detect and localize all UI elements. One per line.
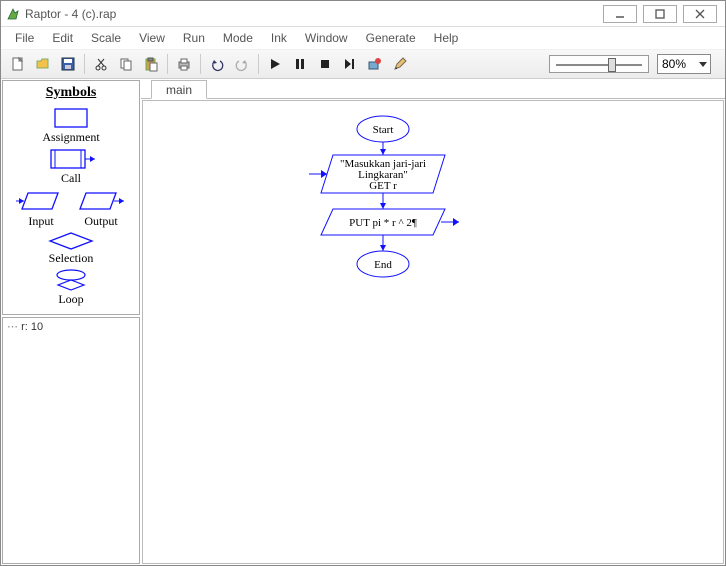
- toolbar-separator: [84, 54, 85, 74]
- tab-main[interactable]: main: [151, 80, 207, 99]
- print-button[interactable]: [173, 53, 195, 75]
- toolbar-separator: [200, 54, 201, 74]
- chevron-down-icon: [699, 62, 707, 67]
- symbol-call[interactable]: Call: [43, 147, 99, 186]
- symbol-label: Assignment: [42, 130, 99, 145]
- raptor-app-icon: [5, 6, 21, 22]
- window-controls: [603, 5, 717, 23]
- stop-button[interactable]: [314, 53, 336, 75]
- new-button[interactable]: [7, 53, 29, 75]
- app-window: Raptor - 4 (c).rap File Edit Scale View …: [0, 0, 726, 566]
- titlebar: Raptor - 4 (c).rap: [1, 1, 725, 27]
- tabstrip: main: [141, 79, 725, 99]
- symbol-input[interactable]: Input: [14, 188, 68, 229]
- symbol-label: Selection: [49, 251, 94, 266]
- zoom-value: 80%: [662, 57, 686, 71]
- paste-button[interactable]: [140, 53, 162, 75]
- flow-input-l3: GET r: [369, 180, 397, 192]
- symbol-label: Loop: [58, 292, 83, 307]
- flow-end-label: End: [374, 259, 392, 271]
- flow-start-label: Start: [373, 124, 394, 136]
- zoom-select[interactable]: 80%: [657, 54, 711, 74]
- toolbar: 80%: [1, 49, 725, 79]
- symbol-label: Output: [84, 214, 117, 229]
- speed-slider[interactable]: [549, 55, 649, 73]
- left-panel: Symbols Assignment Call Input: [1, 79, 141, 565]
- breakpoint-button[interactable]: [364, 53, 386, 75]
- cut-button[interactable]: [90, 53, 112, 75]
- symbol-loop[interactable]: Loop: [46, 268, 96, 307]
- variable-entry: r: 10: [7, 320, 135, 333]
- menu-ink[interactable]: Ink: [263, 29, 295, 47]
- menu-edit[interactable]: Edit: [44, 29, 81, 47]
- toolbar-separator: [167, 54, 168, 74]
- speed-zoom-zone: 80%: [549, 54, 719, 74]
- symbol-selection[interactable]: Selection: [46, 231, 96, 266]
- save-button[interactable]: [57, 53, 79, 75]
- menu-file[interactable]: File: [7, 29, 42, 47]
- minimize-button[interactable]: [603, 5, 637, 23]
- flowchart-canvas[interactable]: Start "Masukkan jari-jari Lingkaran" GET…: [142, 100, 724, 564]
- open-button[interactable]: [32, 53, 54, 75]
- body-area: Symbols Assignment Call Input: [1, 79, 725, 565]
- flowchart-svg: Start "Masukkan jari-jari Lingkaran" GET…: [183, 111, 583, 371]
- redo-button[interactable]: [231, 53, 253, 75]
- pause-button[interactable]: [289, 53, 311, 75]
- symbol-output[interactable]: Output: [74, 188, 128, 229]
- workspace: main Start "Masukkan jari-jari Lingkaran…: [141, 79, 725, 565]
- menu-mode[interactable]: Mode: [215, 29, 261, 47]
- menubar: File Edit Scale View Run Mode Ink Window…: [1, 27, 725, 49]
- maximize-button[interactable]: [643, 5, 677, 23]
- undo-button[interactable]: [206, 53, 228, 75]
- menu-help[interactable]: Help: [426, 29, 467, 47]
- symbol-label: Call: [61, 171, 81, 186]
- menu-run[interactable]: Run: [175, 29, 213, 47]
- flow-output-l1: PUT pi * r ^ 2¶: [349, 217, 417, 229]
- window-title: Raptor - 4 (c).rap: [25, 7, 603, 21]
- pen-button[interactable]: [389, 53, 411, 75]
- symbols-palette: Symbols Assignment Call Input: [2, 80, 140, 315]
- symbol-assignment[interactable]: Assignment: [42, 106, 99, 145]
- symbols-title: Symbols: [46, 85, 97, 101]
- menu-generate[interactable]: Generate: [358, 29, 424, 47]
- play-button[interactable]: [264, 53, 286, 75]
- copy-button[interactable]: [115, 53, 137, 75]
- menu-window[interactable]: Window: [297, 29, 356, 47]
- variables-panel[interactable]: r: 10: [2, 317, 140, 564]
- toolbar-separator: [258, 54, 259, 74]
- step-button[interactable]: [339, 53, 361, 75]
- menu-scale[interactable]: Scale: [83, 29, 129, 47]
- menu-view[interactable]: View: [131, 29, 173, 47]
- symbol-label: Input: [28, 214, 53, 229]
- close-button[interactable]: [683, 5, 717, 23]
